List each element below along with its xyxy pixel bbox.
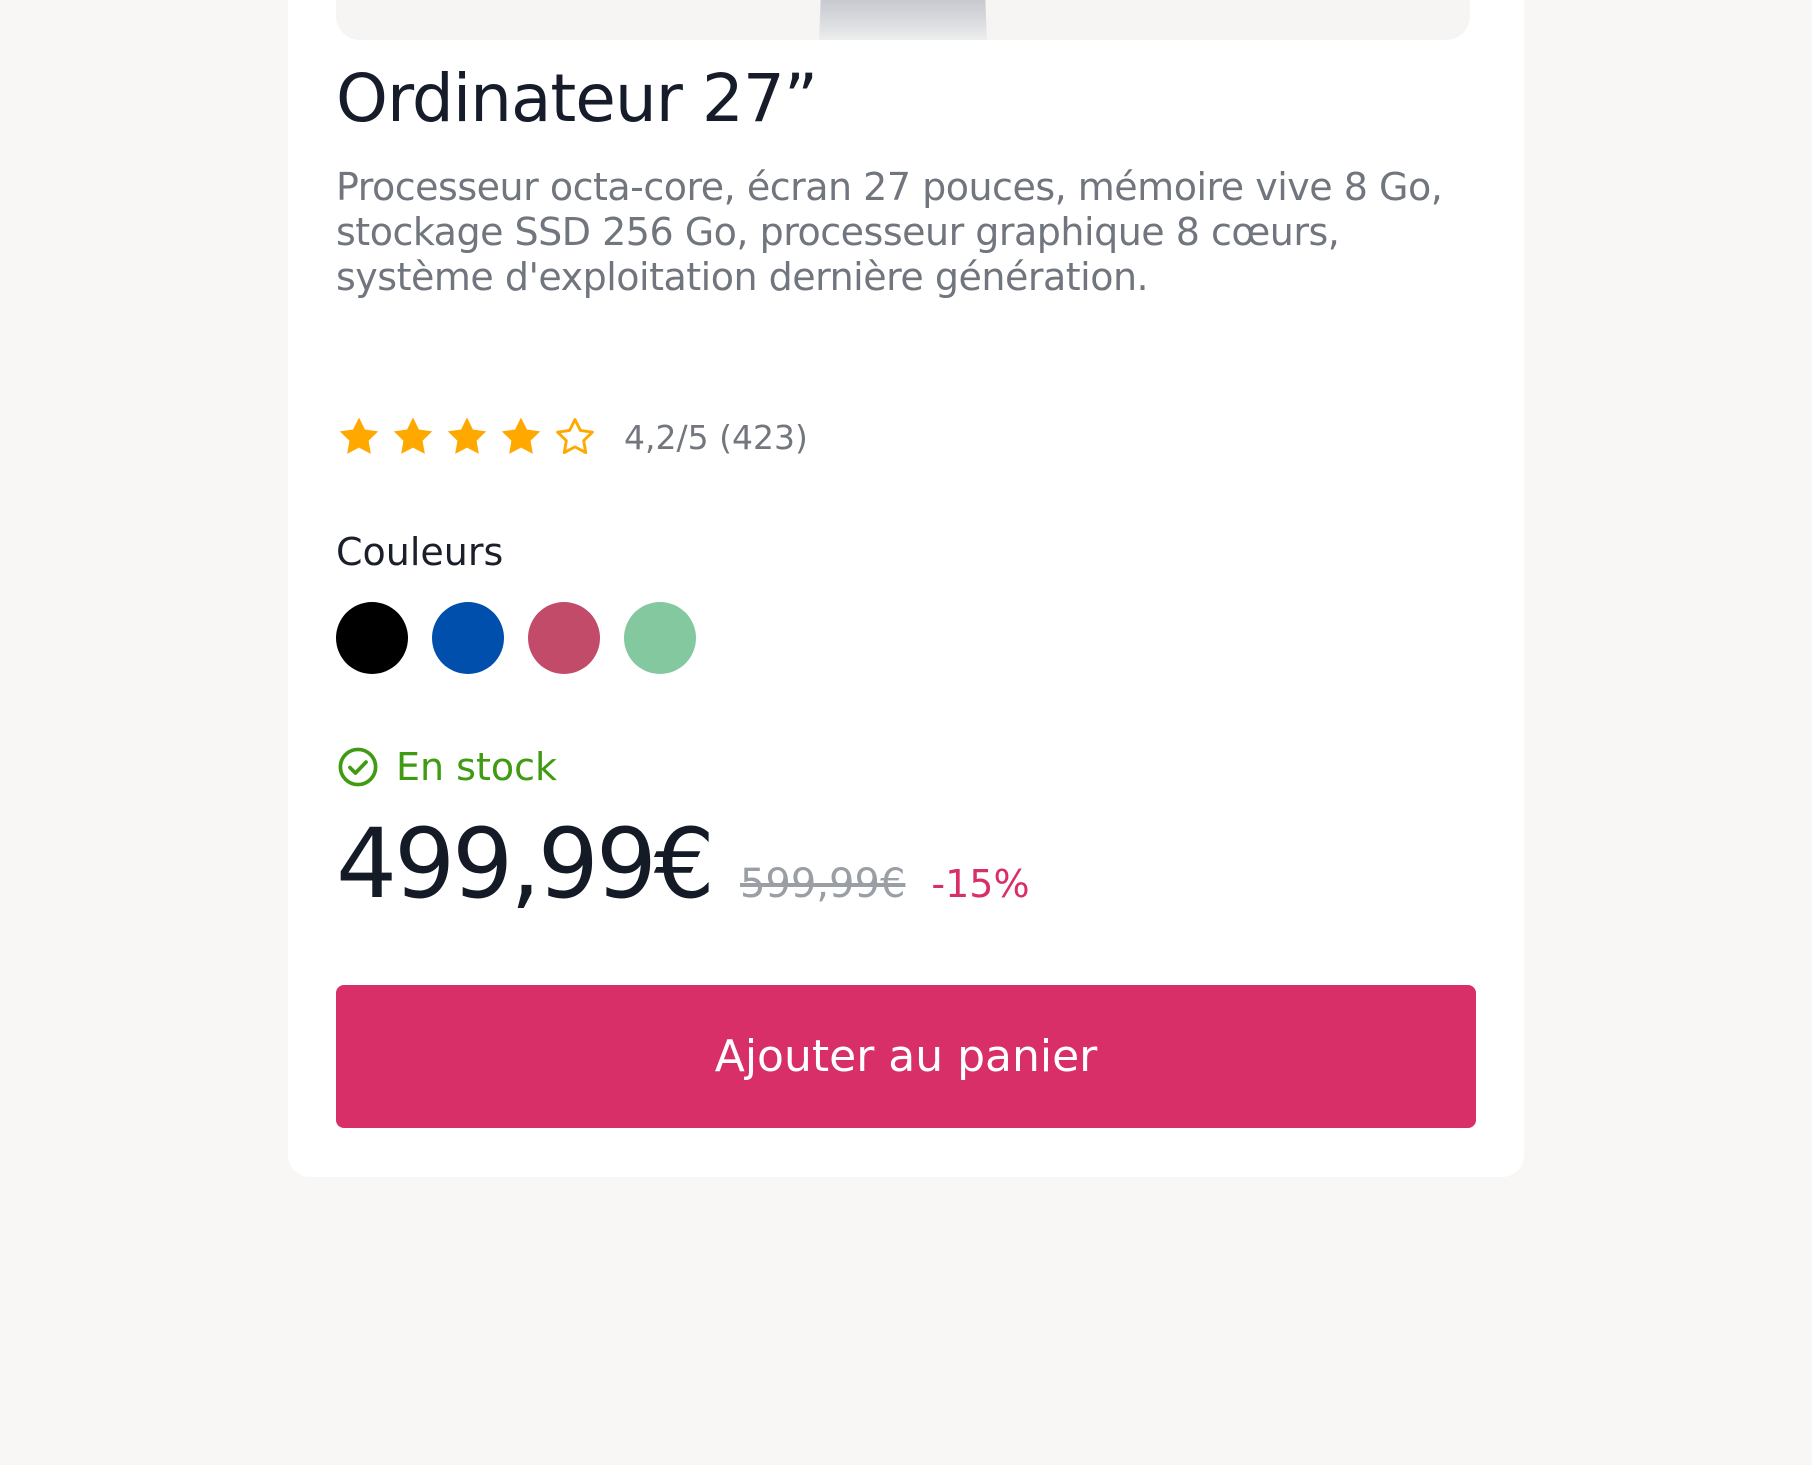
color-swatch-black[interactable] <box>336 602 408 674</box>
stock-status: En stock <box>336 745 557 789</box>
star-filled-icon <box>339 417 379 454</box>
product-image <box>336 0 1470 40</box>
star-filled-icon <box>393 417 433 454</box>
current-price: 499,99€ <box>336 808 715 920</box>
star-filled-icon <box>447 417 487 454</box>
color-swatches <box>336 602 720 674</box>
check-circle-icon <box>338 747 378 787</box>
product-card: Ordinateur 27” Processeur octa-core, écr… <box>288 0 1524 1177</box>
star-outline-icon <box>556 418 594 455</box>
old-price: 599,99€ <box>739 861 906 907</box>
star-filled-icon <box>501 417 541 454</box>
product-rating: 4,2/5 (423) <box>336 412 808 462</box>
monitor-stand-image <box>819 0 987 40</box>
colors-label: Couleurs <box>336 530 504 574</box>
color-swatch-mint[interactable] <box>624 602 696 674</box>
color-swatch-blue[interactable] <box>432 602 504 674</box>
product-title: Ordinateur 27” <box>336 60 818 137</box>
discount-badge: -15% <box>931 862 1030 906</box>
price-row: 499,99€ 599,99€ -15% <box>336 808 1030 920</box>
add-to-cart-button[interactable]: Ajouter au panier <box>336 985 1476 1128</box>
stock-label: En stock <box>396 745 558 789</box>
rating-text: 4,2/5 (423) <box>624 417 808 457</box>
product-description: Processeur octa-core, écran 27 pouces, m… <box>336 165 1443 299</box>
color-swatch-raspberry[interactable] <box>528 602 600 674</box>
page-background: Ordinateur 27” Processeur octa-core, écr… <box>0 0 1812 1465</box>
